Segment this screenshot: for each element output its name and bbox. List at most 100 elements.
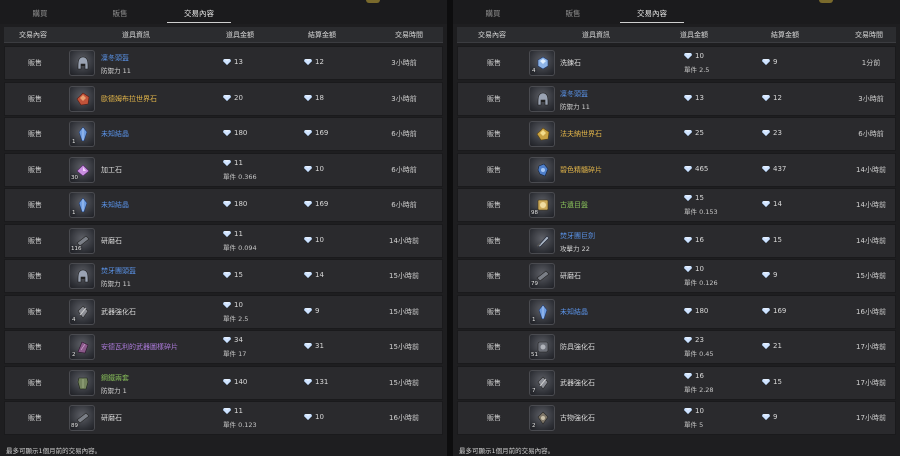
item-icon-slot[interactable]: 1 xyxy=(69,192,95,218)
settlement-amount: 9 xyxy=(762,58,777,66)
item-price-value: 140 xyxy=(234,377,248,386)
table-row[interactable]: 販售 法夫納世界石 25 23 6小時前 xyxy=(457,117,896,151)
item-icon-slot[interactable]: 98 xyxy=(529,192,555,218)
table-row[interactable]: 販售 7 武器強化石 16 單件 2.28 15 17小時前 xyxy=(457,365,896,400)
transaction-time: 17小時前 xyxy=(856,414,886,422)
item-price-value: 15 xyxy=(695,194,704,202)
settlement-amount: 437 xyxy=(762,165,786,173)
tab-label: 販售 xyxy=(112,9,128,18)
gem-currency-icon xyxy=(304,236,312,243)
tab-history[interactable]: 交易內容 xyxy=(612,8,692,23)
gem-currency-icon xyxy=(223,201,231,207)
table-row[interactable]: 販售 凜冬頭盔 防禦力 11 13 12 3小時前 xyxy=(457,81,896,116)
tab-label: 販售 xyxy=(565,9,581,18)
table-row[interactable]: 販售 碧色精髓碎片 465 437 14小時前 xyxy=(457,152,896,187)
item-price: 140 xyxy=(223,378,247,386)
table-row[interactable]: 販售 2 古物強化石 10 單件 5 9 17小時前 xyxy=(457,401,896,435)
table-row[interactable]: 販售 79 研磨石 10 單件 0.126 9 15小時前 xyxy=(457,259,896,293)
table-row[interactable]: 販售 98 古遺目盤 15 單件 0.153 14 14小時前 xyxy=(457,188,896,222)
tab-sell[interactable]: 販售 xyxy=(533,8,613,20)
table-row[interactable]: 販售 1 未知結晶 180 169 6小時前 xyxy=(4,117,443,151)
transaction-time: 6小時前 xyxy=(391,201,417,209)
table-row[interactable]: 販售 51 防具強化石 23 單件 0.45 21 17小時前 xyxy=(457,330,896,364)
gem-currency-icon xyxy=(684,53,692,59)
item-icon-slot[interactable] xyxy=(529,121,555,147)
item-icon-slot[interactable] xyxy=(69,50,95,76)
item-icon-slot[interactable] xyxy=(69,263,95,289)
item-icon-slot[interactable]: 1 xyxy=(529,298,555,325)
item-count: 1 xyxy=(72,210,76,216)
item-icon-slot[interactable]: 116 xyxy=(69,227,95,254)
item-price-value: 25 xyxy=(695,129,704,137)
gem-currency-icon xyxy=(762,378,770,385)
table-row[interactable]: 販售 焚牙團頭盔 防禦力 11 15 14 15小時前 xyxy=(4,259,443,293)
item-name: 加工石 xyxy=(101,165,122,174)
table-row[interactable]: 販售 鋼鐵兩套 防禦力 1 140 131 15小時前 xyxy=(4,365,443,400)
transaction-type: 販售 xyxy=(28,130,42,138)
table-row[interactable]: 販售 89 研磨石 11 單件 0.123 10 16小時前 xyxy=(4,401,443,435)
transaction-type: 販售 xyxy=(487,236,501,245)
item-icon-slot[interactable]: 2 xyxy=(69,334,95,360)
item-count: 2 xyxy=(72,352,76,358)
item-count: 116 xyxy=(71,245,82,252)
gem-currency-icon xyxy=(684,236,692,243)
item-icon-slot[interactable]: 2 xyxy=(529,405,555,431)
item-name: 未知結晶 xyxy=(101,130,129,138)
gem-currency-icon xyxy=(762,236,770,243)
transaction-time: 6小時前 xyxy=(391,165,417,174)
gem-currency-icon xyxy=(684,165,692,172)
whetstone-icon xyxy=(536,270,550,282)
item-name: 武器強化石 xyxy=(560,378,595,387)
item-count: 89 xyxy=(71,423,78,429)
item-name: 洗鍊石 xyxy=(560,59,581,67)
settlement-value: 12 xyxy=(315,58,324,66)
gem-currency-icon xyxy=(304,272,312,278)
transaction-time: 14小時前 xyxy=(856,165,886,174)
item-icon-slot[interactable] xyxy=(69,85,95,112)
table-row[interactable]: 販售 1 未知結晶 180 169 6小時前 xyxy=(4,188,443,222)
item-icon-slot[interactable]: 79 xyxy=(529,263,555,289)
item-price: 13 xyxy=(223,58,243,66)
tab-buy[interactable]: 購買 xyxy=(453,8,533,20)
item-icon-slot[interactable]: 4 xyxy=(69,298,95,325)
table-row[interactable]: 販售 焚牙團巨劍 攻擊力 22 16 15 14小時前 xyxy=(457,223,896,258)
item-icon-slot[interactable]: 30 xyxy=(69,156,95,183)
tab-buy[interactable]: 購買 xyxy=(0,8,80,20)
scroll-indicator[interactable] xyxy=(366,0,380,3)
item-icon-slot[interactable] xyxy=(529,85,555,112)
table-row[interactable]: 販售 4 武器強化石 10 單件 2.5 9 15小時前 xyxy=(4,294,443,329)
tab-history[interactable]: 交易內容 xyxy=(159,8,239,23)
item-price: 15 xyxy=(684,194,704,202)
item-price: 465 xyxy=(684,165,708,173)
gem-currency-icon xyxy=(223,59,231,65)
item-icon-slot[interactable]: 89 xyxy=(69,405,95,431)
item-stat: 防禦力 11 xyxy=(560,102,590,111)
scroll-indicator[interactable] xyxy=(819,0,833,3)
item-icon-slot[interactable]: 7 xyxy=(529,369,555,396)
item-icon-slot[interactable]: 4 xyxy=(529,50,555,76)
item-icon-slot[interactable] xyxy=(529,227,555,254)
table-row[interactable]: 販售 30 加工石 11 單件 0.366 10 6小時前 xyxy=(4,152,443,187)
item-count: 7 xyxy=(532,387,536,394)
settlement-amount: 12 xyxy=(762,94,782,102)
item-icon-slot[interactable]: 1 xyxy=(69,121,95,147)
item-icon-slot[interactable] xyxy=(69,369,95,396)
item-icon-slot[interactable]: 51 xyxy=(529,334,555,360)
gem-currency-icon xyxy=(304,343,312,349)
col-header-time: 交易時間 xyxy=(395,31,423,39)
gem-currency-icon xyxy=(762,272,770,278)
table-row[interactable]: 販售 4 洗鍊石 10 單件 2.5 9 1分前 xyxy=(457,46,896,80)
table-row[interactable]: 販售 2 安德瓦利的武器圖樣碎片 34 單件 17 31 15小時前 xyxy=(4,330,443,364)
settlement-amount: 169 xyxy=(304,129,328,137)
table-row[interactable]: 販售 1 未知結晶 180 169 16小時前 xyxy=(457,294,896,329)
table-row[interactable]: 販售 凜冬頭盔 防禦力 11 13 12 3小時前 xyxy=(4,46,443,80)
transaction-type: 販售 xyxy=(487,307,501,316)
item-icon-slot[interactable] xyxy=(529,156,555,183)
settlement-value: 15 xyxy=(773,235,782,244)
transaction-type: 販售 xyxy=(487,343,501,351)
tab-sell[interactable]: 販售 xyxy=(80,8,160,20)
settlement-amount: 10 xyxy=(304,165,324,173)
table-row[interactable]: 販售 歐德姆布拉世界石 20 18 3小時前 xyxy=(4,81,443,116)
weapon-stone-icon xyxy=(537,376,549,390)
table-row[interactable]: 販售 116 研磨石 11 單件 0.094 10 14小時前 xyxy=(4,223,443,258)
